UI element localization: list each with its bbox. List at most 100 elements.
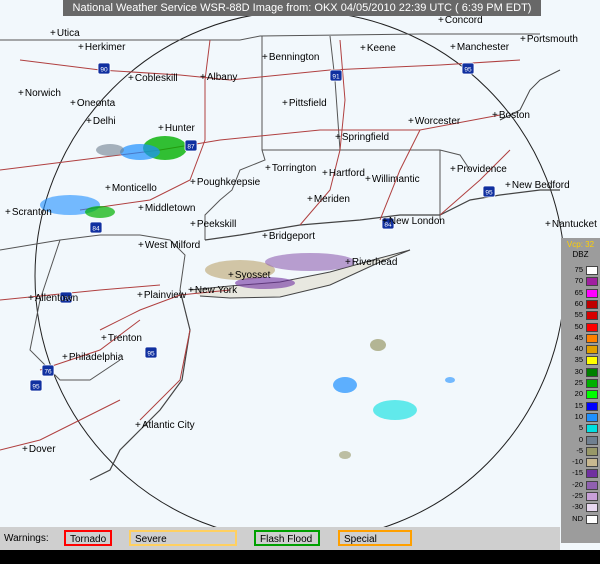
highway-number: 95: [32, 384, 40, 391]
legend-row: 45: [563, 333, 599, 343]
warnings-label: Warnings:: [4, 533, 49, 544]
legend-row-label: -5: [576, 445, 583, 455]
legend-swatch: [586, 514, 598, 524]
warning-severe-thunderstorm-button[interactable]: Severe Thunderstorm: [129, 530, 237, 561]
map-canvas: 90879195958484951957695: [0, 10, 566, 542]
legend-row: 60: [563, 299, 599, 309]
legend-swatch: [586, 356, 598, 366]
city-label-boston: Boston: [492, 110, 530, 121]
highway-number: 95: [147, 351, 155, 358]
dbz-unit-label: DBZ: [572, 250, 589, 259]
legend-row-label: 15: [574, 400, 583, 410]
legend-row-label: 45: [574, 332, 583, 342]
legend-swatch: [586, 458, 598, 468]
city-label-albany: Albany: [200, 72, 238, 83]
legend-swatch: [586, 299, 598, 309]
legend-swatch: [586, 266, 598, 275]
legend-row: 70: [563, 276, 599, 287]
echo-cell: [339, 451, 351, 459]
city-label-monticello: Monticello: [105, 183, 157, 194]
highway-number: 90: [100, 67, 108, 74]
legend-swatch: [586, 469, 598, 479]
city-label-bridgeport: Bridgeport: [262, 231, 315, 242]
highway-shield: 95: [29, 379, 43, 392]
city-label-middletown: Middletown: [138, 203, 196, 214]
legend-row-label: 25: [574, 378, 583, 387]
legend-row-label: 0: [578, 434, 583, 444]
highway-shield: 84: [89, 221, 103, 234]
highway-number: 91: [332, 74, 340, 81]
warning-flash-flood-button[interactable]: Flash Flood: [254, 530, 320, 546]
city-label-new-york: New York: [188, 285, 237, 296]
legend-row-label: 70: [574, 276, 583, 286]
warning-special-marine-button[interactable]: Special Marine: [338, 530, 412, 561]
city-label-peekskill: Peekskill: [190, 219, 236, 230]
legend-row: 35: [563, 355, 599, 366]
legend-swatch: [586, 492, 598, 501]
echo-cell: [373, 400, 417, 420]
legend-row-label: 5: [578, 423, 583, 433]
legend-row: 5: [563, 423, 599, 434]
legend-swatch: [586, 322, 598, 332]
city-label-new-london: New London: [382, 216, 445, 227]
echo-cell: [85, 206, 115, 218]
legend-row-label: -10: [572, 457, 583, 467]
city-label-norwich: Norwich: [18, 88, 61, 99]
echo-cell: [445, 377, 455, 383]
warning-tornado-button[interactable]: Tornado: [64, 530, 112, 546]
highway-shield: 95: [144, 346, 158, 359]
legend-swatch: [586, 345, 598, 355]
echo-cell: [265, 253, 355, 271]
state-border-line: [0, 33, 540, 41]
legend-row-label: 65: [574, 287, 583, 297]
echo-cell: [370, 339, 386, 351]
legend-row-label: 75: [574, 265, 583, 274]
city-label-torrington: Torrington: [265, 163, 316, 174]
city-label-bennington: Bennington: [262, 52, 320, 63]
legend-row: 75: [563, 265, 599, 275]
legend-swatch: [586, 435, 598, 445]
legend-swatch: [586, 480, 598, 490]
legend-row-label: -20: [572, 479, 583, 489]
city-label-concord: Concord: [438, 15, 483, 26]
radar-map: 90879195958484951957695 UticaHerkimerNor…: [0, 0, 600, 550]
legend-row-label: 55: [574, 310, 583, 320]
legend-row-label: 50: [574, 321, 583, 331]
city-label-hartford: Hartford: [322, 168, 365, 179]
echo-cell: [120, 144, 160, 160]
legend-row-label: -30: [572, 502, 583, 512]
legend-row: 40: [563, 344, 599, 355]
legend-row: 65: [563, 288, 599, 298]
legend-row-label: 40: [574, 344, 583, 354]
city-label-syosset: Syosset: [228, 270, 271, 281]
legend-row: -20: [563, 480, 599, 490]
city-label-nantucket: Nantucket: [545, 219, 597, 230]
legend-row-label: ND: [572, 513, 583, 523]
legend-row-label: -25: [572, 491, 583, 500]
highway-shield: 91: [329, 69, 343, 82]
legend-swatch: [586, 288, 598, 298]
highway-shield: 90: [97, 62, 111, 75]
legend-row: -25: [563, 491, 599, 501]
image-title: National Weather Service WSR-88D Image f…: [63, 0, 541, 16]
legend-swatch: [586, 333, 598, 343]
legend-row: 50: [563, 322, 599, 332]
city-label-providence: Providence: [450, 164, 507, 175]
dbz-legend: Vcp: 32 DBZ 75 70 65 60 55 50 45 40 35 30 25 20 15 10…: [561, 238, 600, 543]
city-label-hunter: Hunter: [158, 123, 195, 134]
legend-row: 55: [563, 310, 599, 321]
city-label-springfield: Springfield: [335, 132, 389, 143]
city-label-portsmouth: Portsmouth: [520, 34, 578, 45]
city-label-atlantic-city: Atlantic City: [135, 420, 195, 431]
highway-number: 76: [44, 369, 52, 376]
echo-cell: [333, 377, 357, 393]
city-label-allentown: Allentown: [28, 293, 78, 304]
legend-row-label: 20: [574, 389, 583, 399]
legend-row: 10: [563, 412, 599, 422]
legend-swatch: [586, 401, 598, 411]
legend-row: ND: [563, 514, 599, 524]
city-label-plainview: Plainview: [137, 290, 186, 301]
city-label-oneonta: Oneonta: [70, 98, 115, 109]
city-label-keene: Keene: [360, 43, 396, 54]
city-label-delhi: Delhi: [86, 116, 116, 127]
